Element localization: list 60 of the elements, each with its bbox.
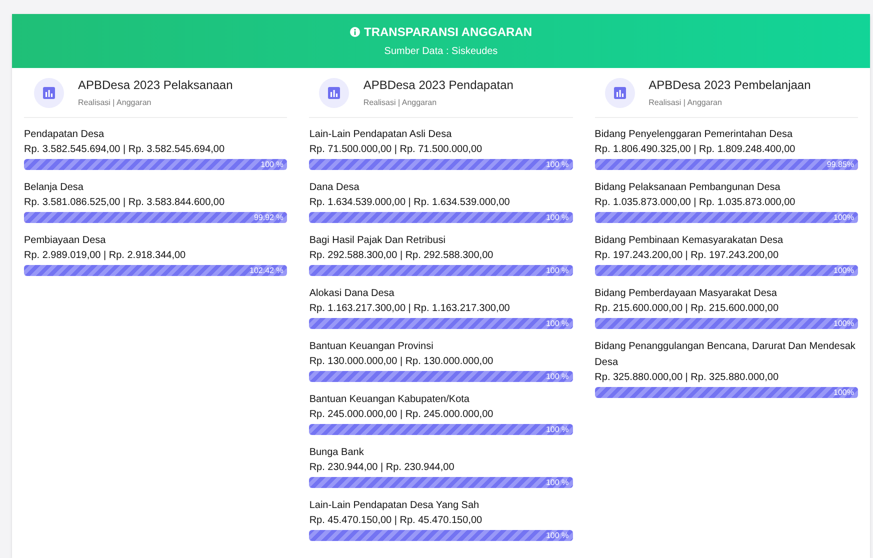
item-label: Belanja Desa bbox=[24, 181, 84, 195]
percent-label: 100 % bbox=[260, 159, 284, 170]
item-label: Dana Desa bbox=[309, 181, 360, 195]
percent-label: 100% bbox=[834, 265, 854, 276]
column-subtitle: Realisasi | Anggaran bbox=[648, 97, 723, 109]
percent-label: 100 % bbox=[546, 530, 569, 541]
item-amount: Rp. 1.163.217.300,00 | Rp. 1.163.217.300,00 bbox=[309, 302, 511, 316]
percent-label: 100 % bbox=[546, 212, 569, 223]
item-label: Bidang Pembinaan Kemasyarakatan Desa bbox=[594, 234, 784, 248]
column-subtitle: Realisasi | Anggaran bbox=[363, 97, 438, 109]
item-amount: Rp. 1.035.873.000,00 | Rp. 1.035.873.000,00 bbox=[594, 196, 796, 210]
item-amount: Rp. 230.944,00 | Rp. 230.944,00 bbox=[309, 461, 456, 475]
percent-label: 100% bbox=[834, 387, 854, 398]
header-subtitle: Sumber Data : Siskeudes bbox=[384, 45, 498, 59]
item-amount: Rp. 245.000.000,00 | Rp. 245.000.000,00 bbox=[309, 408, 494, 422]
item-amount: Rp. 2.989.019,00 | Rp. 2.918.344,00 bbox=[24, 249, 187, 263]
percent-label: 100% bbox=[834, 318, 854, 329]
chart-icon bbox=[604, 78, 635, 108]
percent-label: 100 % bbox=[546, 318, 569, 329]
column-title: APBDesa 2023 Pelaksanaan bbox=[78, 77, 233, 94]
chart-icon bbox=[319, 78, 350, 108]
item-amount: Rp. 325.880.000,00 | Rp. 325.880.000,00 bbox=[594, 371, 780, 385]
item-amount: Rp. 197.243.200,00 | Rp. 197.243.200,00 bbox=[594, 249, 780, 263]
info-icon bbox=[350, 27, 360, 37]
column-subtitle: Realisasi | Anggaran bbox=[78, 97, 152, 109]
item-label: Bidang Penanggulangan Bencana, Darurat Dan Mendesak Desa bbox=[594, 340, 856, 370]
column-title: APBDesa 2023 Pendapatan bbox=[363, 77, 514, 94]
item-label: Alokasi Dana Desa bbox=[309, 287, 396, 301]
item-label: Pendapatan Desa bbox=[24, 128, 106, 142]
item-amount: Rp. 1.634.539.000,00 | Rp. 1.634.539.000,00 bbox=[309, 196, 511, 210]
item-amount: Rp. 292.588.300,00 | Rp. 292.588.300,00 bbox=[309, 249, 494, 263]
percent-label: 100% bbox=[834, 212, 854, 223]
item-amount: Rp. 3.581.086.525,00 | Rp. 3.583.844.600,00 bbox=[24, 196, 226, 210]
item-label: Bidang Pelaksanaan Pembangunan Desa bbox=[594, 181, 782, 195]
percent-label: 100 % bbox=[546, 265, 569, 276]
item-label: Bidang Penyelenggaran Pemerintahan Desa bbox=[594, 128, 794, 142]
percent-label: 100 % bbox=[546, 477, 569, 488]
item-label: Bagi Hasil Pajak Dan Retribusi bbox=[309, 234, 446, 248]
percent-label: 99.85% bbox=[826, 159, 854, 170]
item-amount: Rp. 1.806.490.325,00 | Rp. 1.809.248.400,00 bbox=[594, 143, 796, 157]
item-amount: Rp. 215.600.000,00 | Rp. 215.600.000,00 bbox=[594, 302, 780, 316]
item-label: Lain-Lain Pendapatan Desa Yang Sah bbox=[309, 499, 480, 513]
percent-label: 100 % bbox=[546, 424, 569, 435]
item-amount: Rp. 45.470.150,00 | Rp. 45.470.150,00 bbox=[309, 514, 484, 528]
percent-label: 99.92 % bbox=[254, 212, 284, 223]
item-label: Pembiayaan Desa bbox=[24, 234, 107, 248]
percent-label: 100 % bbox=[546, 371, 569, 382]
item-label: Bunga Bank bbox=[309, 446, 365, 460]
item-amount: Rp. 3.582.545.694,00 | Rp. 3.582.545.694,00 bbox=[24, 143, 226, 157]
item-label: Lain-Lain Pendapatan Asli Desa bbox=[309, 128, 453, 142]
item-label: Bantuan Keuangan Kabupaten/Kota bbox=[309, 393, 470, 407]
item-label: Bidang Pemberdayaan Masyarakat Desa bbox=[594, 287, 778, 301]
percent-label: 100 % bbox=[546, 159, 569, 170]
item-label: Bantuan Keuangan Provinsi bbox=[309, 340, 434, 354]
header-title: TRANSPARANSI ANGGARAN bbox=[364, 24, 532, 41]
item-amount: Rp. 71.500.000,00 | Rp. 71.500.000,00 bbox=[309, 143, 484, 157]
column-title: APBDesa 2023 Pembelanjaan bbox=[648, 77, 811, 94]
percent-label: 102.42 % bbox=[250, 265, 284, 276]
chart-icon bbox=[34, 78, 64, 108]
item-amount: Rp. 130.000.000,00 | Rp. 130.000.000,00 bbox=[309, 355, 494, 369]
